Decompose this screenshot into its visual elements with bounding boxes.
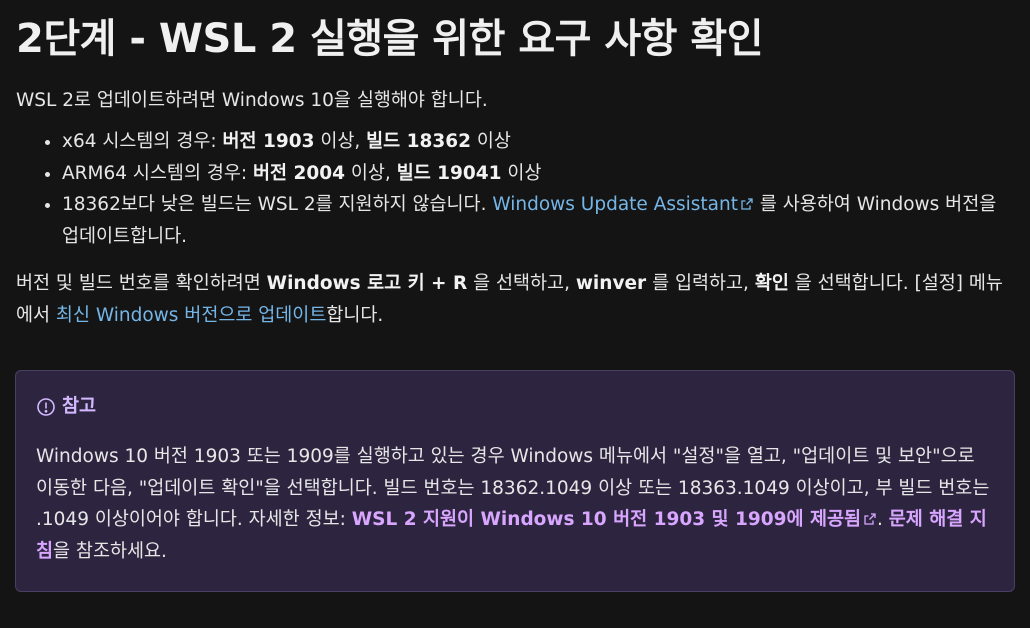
external-link-icon (741, 198, 753, 210)
howto-text: 를 입력하고, (646, 273, 755, 294)
external-link-icon (864, 513, 876, 525)
howto-text: 버전 및 빌드 번호를 확인하려면 (16, 273, 267, 294)
update-windows-link[interactable]: 최신 Windows 버전으로 업데이트 (56, 305, 326, 326)
version-label: 버전 2004 (253, 162, 345, 184)
build-label: 빌드 18362 (366, 131, 471, 152)
requirements-list: x64 시스템의 경우: 버전 1903 이상, 빌드 18362 이상 ARM… (16, 126, 1014, 252)
note-tail: 을 참조하세요. (53, 540, 167, 562)
note-heading: 참고 (36, 395, 994, 419)
page: 2단계 - WSL 2 실행을 위한 요구 사항 확인 WSL 2로 업데이트하… (0, 0, 1030, 628)
winver-command: winver (575, 273, 647, 294)
note-separator: . (877, 509, 889, 530)
note-heading-label: 참고 (62, 396, 97, 417)
build-label: 빌드 19041 (396, 162, 502, 184)
key-combo: Windows 로고 키 + R (266, 273, 468, 294)
old-build-text: 18362보다 낮은 빌드는 WSL 2를 지원하지 않습니다. (62, 194, 493, 215)
requirement-mid: 이상, (345, 162, 397, 184)
intro-text: WSL 2로 업데이트하려면 Windows 10을 실행해야 합니다. (16, 90, 488, 111)
info-circle-icon (37, 398, 55, 416)
ok-label: 확인 (754, 273, 789, 294)
note-body: Windows 10 버전 1903 또는 1909를 실행하고 있는 경우 W… (36, 441, 994, 567)
link-label: WSL 2 지원이 Windows 10 버전 1903 및 1909에 제공됨 (351, 509, 862, 530)
page-title: 2단계 - WSL 2 실행을 위한 요구 사항 확인 (16, 16, 764, 62)
list-item: ARM64 시스템의 경우: 버전 2004 이상, 빌드 19041 이상 (62, 158, 1014, 190)
link-label: Windows Update Assistant (492, 194, 738, 215)
requirement-suffix: 이상 (471, 131, 511, 152)
list-item: 18362보다 낮은 빌드는 WSL 2를 지원하지 않습니다. Windows… (62, 189, 1014, 252)
note-callout: 참고 Windows 10 버전 1903 또는 1909를 실행하고 있는 경… (15, 370, 1015, 592)
requirement-prefix: x64 시스템의 경우: (62, 131, 223, 152)
list-item: x64 시스템의 경우: 버전 1903 이상, 빌드 18362 이상 (62, 126, 1014, 158)
howto-text: 을 선택하고, (467, 273, 576, 294)
requirement-prefix: ARM64 시스템의 경우: (62, 162, 254, 184)
requirement-mid: 이상, (314, 131, 367, 152)
requirement-suffix: 이상 (501, 162, 542, 184)
wsl2-support-link[interactable]: WSL 2 지원이 Windows 10 버전 1903 및 1909에 제공됨 (352, 509, 877, 530)
howto-paragraph: 버전 및 빌드 번호를 확인하려면 Windows 로고 키 + R 을 선택하… (16, 268, 1014, 331)
version-label: 버전 1903 (222, 131, 315, 152)
windows-update-assistant-link[interactable]: Windows Update Assistant (492, 194, 754, 215)
howto-text: 합니다. (326, 304, 384, 326)
